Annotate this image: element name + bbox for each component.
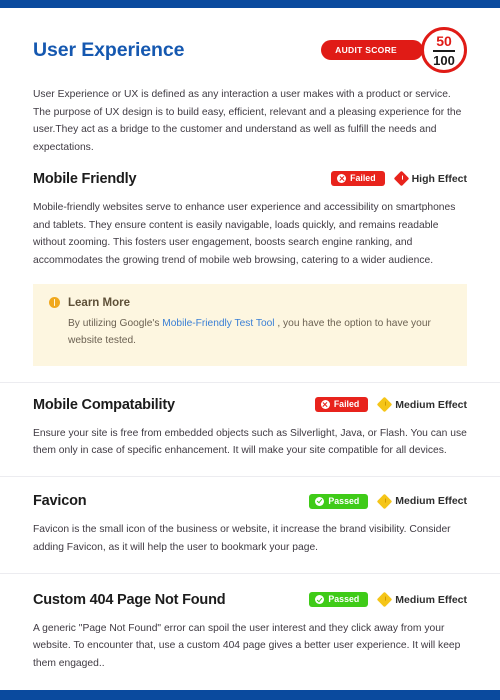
- effect-label: High Effect: [411, 172, 467, 185]
- status-badge: Passed: [309, 592, 369, 608]
- circle-check-icon: [315, 496, 325, 506]
- info-icon: [49, 297, 60, 309]
- intro-paragraph: User Experience or UX is defined as any …: [33, 89, 462, 154]
- circle-x-icon: [320, 400, 330, 410]
- status-badge: Failed: [314, 397, 369, 413]
- learn-more-callout: Learn More By utilizing Google's Mobile-…: [33, 283, 467, 366]
- section-title: Favicon: [33, 493, 87, 510]
- circle-x-icon: [337, 174, 347, 184]
- report-inner-2: Mobile Compatability Failed Medium Effec…: [0, 383, 500, 476]
- section-title: Mobile Compatability: [33, 396, 175, 413]
- audit-score-label: AUDIT SCORE: [321, 39, 423, 61]
- audit-score-value: 50: [436, 32, 452, 49]
- alert-diamond-icon: [376, 591, 393, 608]
- status-badge: Passed: [309, 493, 369, 509]
- audit-score-circle: 50 100: [421, 27, 467, 73]
- section-header: Favicon Passed Medium Effect: [33, 493, 467, 509]
- status-badge-label: Passed: [328, 594, 360, 605]
- section-body: Mobile-friendly websites serve to enhanc…: [33, 201, 456, 266]
- learn-more-header: Learn More: [49, 297, 451, 309]
- section-favicon: Favicon Passed Medium Effect Favicon is …: [33, 493, 467, 556]
- audit-score-badge: AUDIT SCORE 50 100: [321, 27, 467, 73]
- alert-diamond-icon: [376, 493, 393, 509]
- section-custom-404: Custom 404 Page Not Found Passed Medium …: [33, 592, 467, 673]
- report-inner-3: Favicon Passed Medium Effect Favicon is …: [0, 477, 500, 572]
- effect-indicator: High Effect: [393, 171, 467, 187]
- section-body: Favicon is the small icon of the busines…: [33, 524, 451, 553]
- section-title: Mobile Friendly: [33, 170, 137, 187]
- section-title: Custom 404 Page Not Found: [33, 591, 226, 608]
- effect-label: Medium Effect: [395, 398, 467, 411]
- section-header: Custom 404 Page Not Found Passed Medium …: [33, 592, 467, 608]
- learn-more-body: By utilizing Google's Mobile-Friendly Te…: [68, 315, 451, 350]
- status-group: Failed High Effect: [331, 171, 467, 187]
- top-accent-bar: [0, 0, 500, 8]
- page-title: User Experience: [33, 38, 185, 61]
- section-body: A generic "Page Not Found" error can spo…: [33, 622, 461, 669]
- status-group: Failed Medium Effect: [314, 396, 467, 413]
- effect-label: Medium Effect: [395, 593, 467, 606]
- bottom-accent-bar: [0, 690, 500, 700]
- audit-report-page: User Experience AUDIT SCORE 50 100 User …: [0, 0, 500, 700]
- status-badge-label: Passed: [328, 495, 360, 506]
- section-header: Mobile Friendly Failed High Effect: [33, 171, 467, 187]
- learn-more-text-before: By utilizing Google's: [68, 317, 163, 329]
- report-inner: User Experience AUDIT SCORE 50 100 User …: [0, 8, 500, 382]
- status-badge-label: Failed: [333, 399, 360, 410]
- audit-score-total: 100: [433, 52, 455, 68]
- audit-score-fraction-bar: [433, 49, 455, 52]
- report-header: User Experience AUDIT SCORE 50 100: [33, 26, 467, 74]
- status-group: Passed Medium Effect: [309, 493, 467, 509]
- learn-more-title: Learn More: [68, 296, 130, 309]
- alert-diamond-icon: [393, 171, 409, 187]
- effect-indicator: Medium Effect: [376, 493, 467, 509]
- status-badge: Failed: [331, 171, 385, 187]
- status-badge-label: Failed: [350, 173, 376, 184]
- section-mobile-friendly: Mobile Friendly Failed High Effect Mobil…: [33, 157, 467, 366]
- section-body: Ensure your site is free from embedded o…: [33, 427, 467, 457]
- effect-indicator: Medium Effect: [376, 591, 467, 608]
- effect-indicator: Medium Effect: [376, 396, 467, 413]
- alert-diamond-icon: [376, 396, 393, 413]
- section-mobile-compatability: Mobile Compatability Failed Medium Effec…: [33, 397, 467, 460]
- report-inner-4: Custom 404 Page Not Found Passed Medium …: [0, 574, 500, 673]
- effect-label: Medium Effect: [395, 495, 467, 508]
- status-group: Passed Medium Effect: [309, 591, 467, 608]
- report-content: User Experience AUDIT SCORE 50 100 User …: [0, 8, 500, 690]
- mobile-friendly-test-tool-link[interactable]: Mobile-Friendly Test Tool: [162, 318, 274, 329]
- circle-check-icon: [315, 595, 325, 605]
- section-header: Mobile Compatability Failed Medium Effec…: [33, 397, 467, 413]
